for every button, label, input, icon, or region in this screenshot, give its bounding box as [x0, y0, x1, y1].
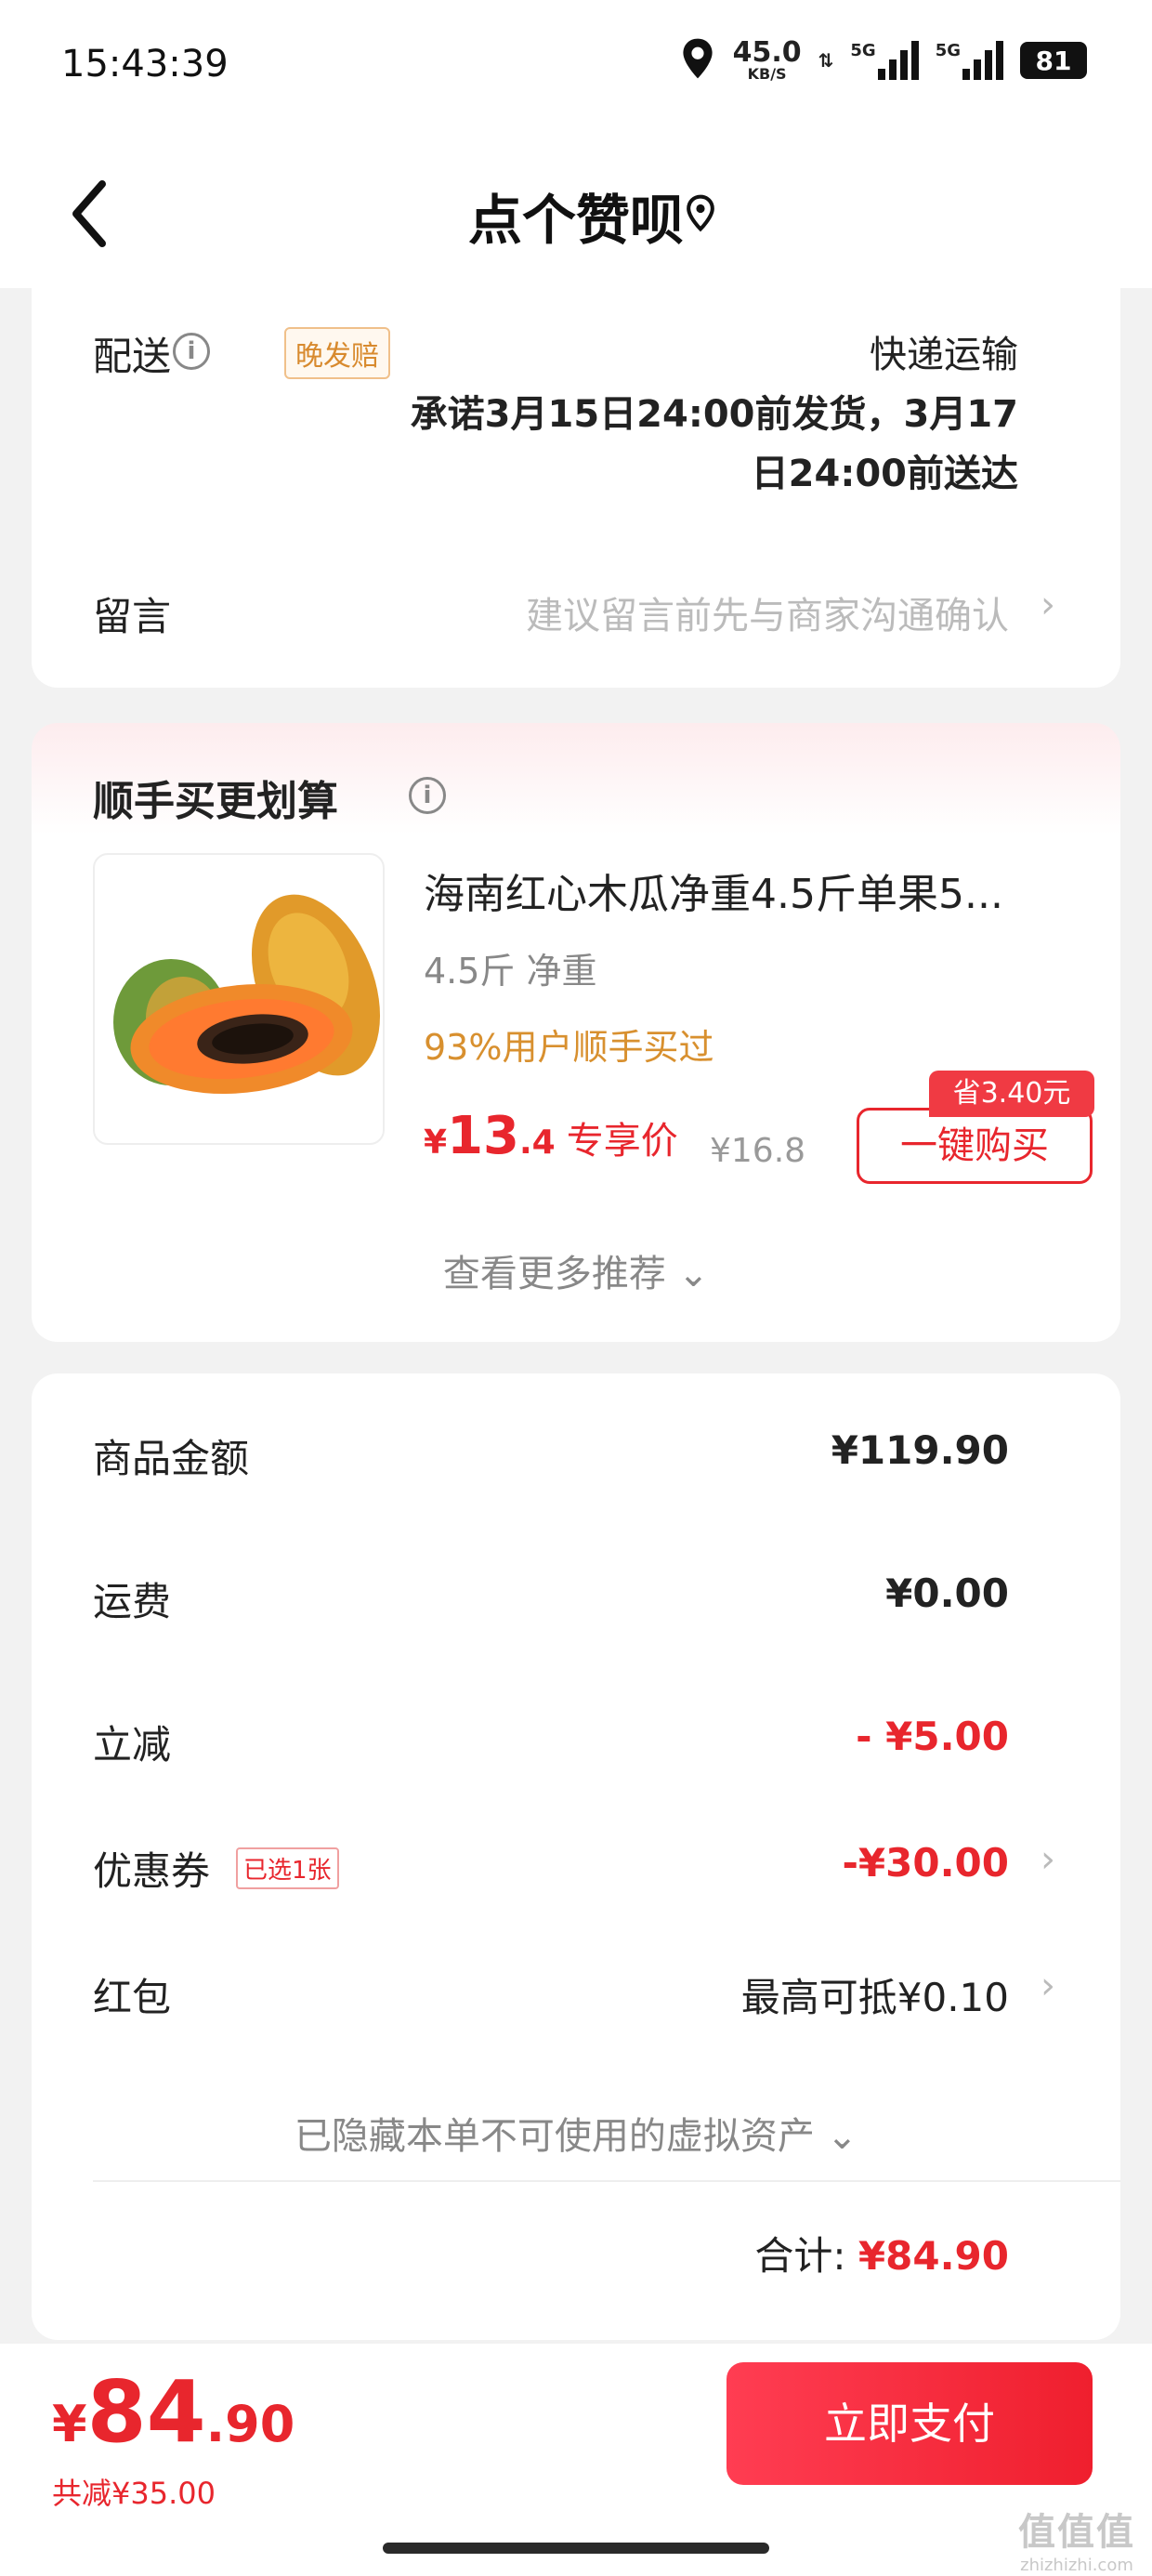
- network-speed: 45.0 KB/S: [733, 39, 802, 82]
- summary-value: - ¥5.00: [856, 1714, 1009, 1759]
- status-icons: 45.0 KB/S ⇅ 5G 5G 81: [679, 37, 1087, 84]
- recommend-card: 顺手买更划算 i 海南红心木瓜净重4.5斤单果5... 4.5斤 净重 93%用…: [32, 723, 1120, 1342]
- recommend-title: 顺手买更划算: [93, 778, 338, 825]
- summary-label: 红包: [93, 1975, 172, 2020]
- delivery-promise-line1: 承诺3月15日24:00前发货，3月17: [410, 393, 1018, 436]
- summary-row-goods: 商品金额 ¥119.90: [32, 1420, 1120, 1494]
- summary-label: 优惠券: [93, 1848, 211, 1894]
- signal-5g-2: 5G: [936, 41, 1003, 80]
- total-label: 合计:: [754, 2233, 846, 2279]
- speed-value: 45.0: [732, 36, 802, 69]
- summary-row-discount: 立减 - ¥5.00: [32, 1706, 1120, 1781]
- data-arrows-icon: ⇅: [818, 49, 834, 72]
- nav-header: 点个赞呗: [0, 139, 1152, 288]
- chevron-right-icon: ›: [1041, 584, 1055, 626]
- watermark-main: 值值值: [1018, 2511, 1135, 2554]
- price-decimal: .4: [519, 1124, 556, 1162]
- message-input[interactable]: 建议留言前先与商家沟通确认: [526, 585, 1009, 639]
- signal-bars-icon: [877, 41, 919, 80]
- price-integer: 13: [447, 1106, 519, 1166]
- price-currency: ¥: [424, 1124, 448, 1162]
- signal-bars-icon: [962, 41, 1003, 80]
- order-total: 合计: ¥84.90: [754, 2225, 1009, 2281]
- summary-value: ¥119.90: [831, 1427, 1009, 1473]
- summary-label: 运费: [93, 1579, 172, 1624]
- hidden-assets-label: 已隐藏本单不可使用的虚拟资产: [294, 2115, 815, 2158]
- product-purchase-stat: 93%用户顺手买过: [424, 1027, 714, 1068]
- speed-unit: KB/S: [747, 65, 787, 83]
- chevron-down-icon: ⌄: [826, 2115, 858, 2158]
- summary-value: ¥0.00: [885, 1571, 1009, 1616]
- summary-value: 最高可抵¥0.10: [740, 1975, 1009, 2020]
- checkout-footer: ¥84.90 共减¥35.00 立即支付 值值值 zhizhizhi.com: [0, 2344, 1152, 2576]
- original-price: ¥16.8: [710, 1132, 806, 1170]
- late-compensation-badge: 晚发赔: [284, 327, 390, 379]
- delivery-label: 配送: [93, 334, 172, 379]
- summary-row-shipping: 运费 ¥0.00: [32, 1563, 1120, 1637]
- page-title: 点个赞呗: [467, 189, 684, 252]
- message-row[interactable]: 留言 建议留言前先与商家沟通确认 ›: [32, 576, 1120, 651]
- footer-price-decimal: .90: [205, 2395, 295, 2453]
- order-summary-card: 商品金额 ¥119.90 运费 ¥0.00 立减 - ¥5.00 优惠券 已选1…: [32, 1373, 1120, 2340]
- summary-value: -¥30.00: [842, 1840, 1009, 1886]
- footer-saved-amount: 共减¥35.00: [52, 2476, 216, 2511]
- message-label: 留言: [93, 594, 172, 639]
- summary-label: 立减: [93, 1722, 172, 1768]
- watermark: 值值值 zhizhizhi.com: [1018, 2502, 1135, 2575]
- location-icon: [679, 37, 716, 84]
- more-recommend-label: 查看更多推荐: [442, 1253, 666, 1295]
- net1-label: 5G: [850, 41, 876, 60]
- product-price: ¥13.4 专享价: [424, 1106, 678, 1166]
- one-click-buy-button[interactable]: 一键购买: [857, 1108, 1093, 1184]
- summary-row-coupon[interactable]: 优惠券 已选1张 -¥30.00 ›: [32, 1833, 1120, 1907]
- footer-price: ¥84.90: [52, 2362, 295, 2462]
- home-indicator[interactable]: [383, 2543, 769, 2554]
- battery-icon: 81: [1020, 42, 1087, 79]
- delivery-promise-line2: 日24:00前送达: [751, 453, 1018, 495]
- papaya-image: [113, 894, 381, 1095]
- product-name[interactable]: 海南红心木瓜净重4.5斤单果5...: [424, 861, 1003, 920]
- summary-label: 商品金额: [93, 1436, 250, 1481]
- save-badge: 省3.40元: [929, 1071, 1094, 1117]
- watermark-sub: zhizhizhi.com: [1020, 2556, 1133, 2575]
- info-icon[interactable]: i: [409, 777, 446, 814]
- signal-5g-1: 5G: [850, 41, 919, 80]
- status-time: 15:43:39: [61, 43, 229, 85]
- total-value: ¥84.90: [857, 2233, 1009, 2279]
- pay-now-button[interactable]: 立即支付: [727, 2362, 1093, 2485]
- delivery-method: 快递运输: [870, 334, 1018, 376]
- more-recommend-link[interactable]: 查看更多推荐 ⌄: [32, 1243, 1120, 1297]
- hidden-assets-toggle[interactable]: 已隐藏本单不可使用的虚拟资产 ⌄: [32, 2106, 1120, 2160]
- delivery-card: 配送 i 晚发赔 快递运输 承诺3月15日24:00前发货，3月17 日24:0…: [32, 269, 1120, 688]
- delivery-info: 快递运输 承诺3月15日24:00前发货，3月17 日24:00前送达: [411, 325, 1018, 504]
- summary-row-red-packet[interactable]: 红包 最高可抵¥0.10 ›: [32, 1959, 1120, 2033]
- footer-price-currency: ¥: [52, 2395, 87, 2453]
- info-icon[interactable]: i: [173, 333, 210, 370]
- chevron-down-icon: ⌄: [677, 1253, 710, 1295]
- chevron-right-icon: ›: [1041, 1838, 1055, 1881]
- status-bar: 15:43:39 45.0 KB/S ⇅ 5G 5G 81: [0, 0, 1152, 139]
- location-pin-icon[interactable]: [682, 193, 719, 234]
- product-spec: 4.5斤 净重: [424, 951, 597, 992]
- coupon-selected-badge: 已选1张: [236, 1847, 339, 1889]
- net2-label: 5G: [935, 41, 961, 60]
- footer-price-integer: 84: [86, 2362, 206, 2462]
- product-image[interactable]: [93, 853, 385, 1145]
- price-tag: 专享价: [566, 1120, 678, 1163]
- divider: [93, 2180, 1120, 2182]
- chevron-right-icon: ›: [1041, 1965, 1055, 2007]
